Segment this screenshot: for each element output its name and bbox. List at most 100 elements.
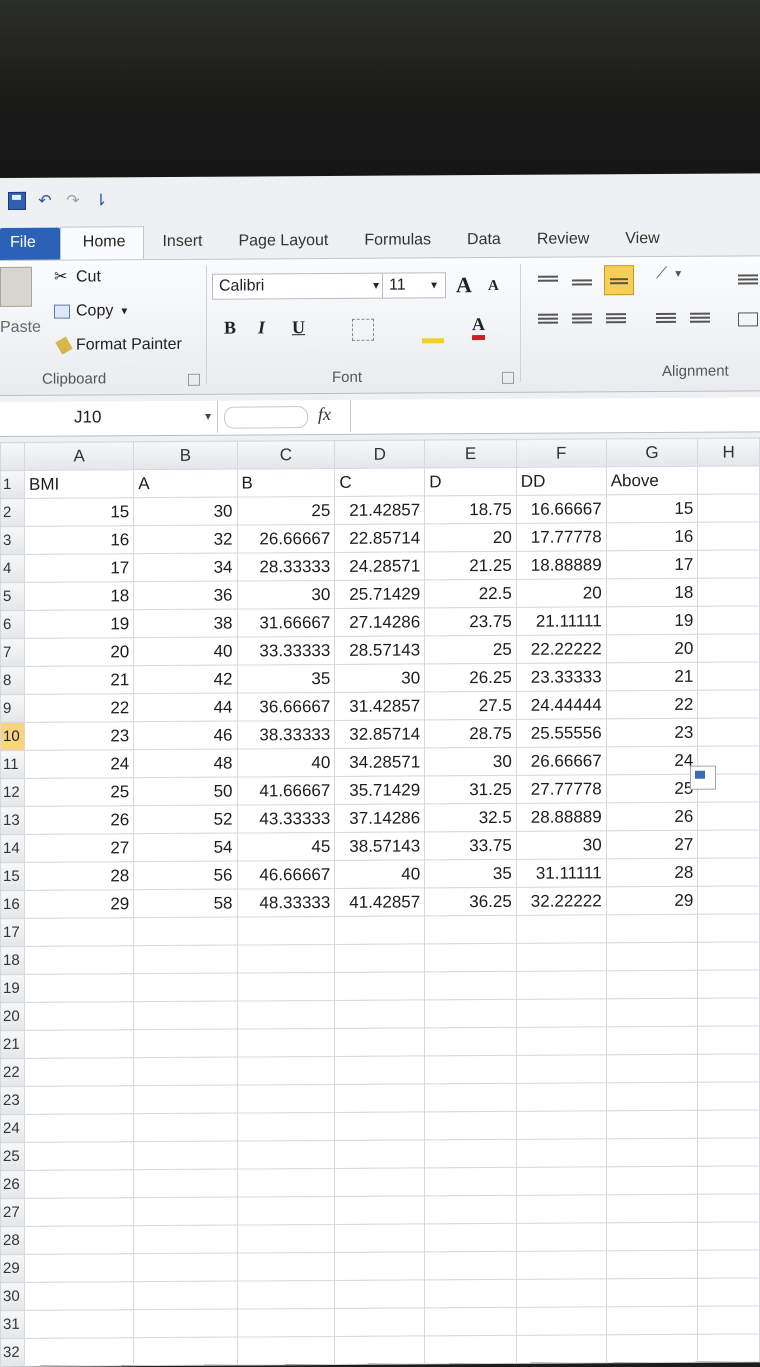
cell-h29[interactable]: [697, 1249, 760, 1279]
paste-options-icon[interactable]: [690, 765, 716, 790]
format-painter-button[interactable]: Format Painter: [55, 336, 182, 355]
cell-d17[interactable]: [334, 915, 425, 945]
tab-view[interactable]: View: [607, 230, 677, 256]
cell-g7[interactable]: 20: [606, 634, 698, 663]
cell-a25[interactable]: [24, 1141, 134, 1171]
cell-h2[interactable]: [697, 493, 760, 523]
cell-c2[interactable]: 25: [237, 496, 335, 526]
cell-f26[interactable]: [516, 1166, 607, 1196]
cell-b23[interactable]: [133, 1085, 237, 1114]
cell-e31[interactable]: [424, 1307, 517, 1336]
cell-e24[interactable]: [424, 1111, 517, 1140]
row-header[interactable]: 1: [0, 470, 25, 499]
cell-b15[interactable]: 56: [133, 861, 237, 890]
name-box[interactable]: J10 ▼: [0, 400, 218, 434]
cell-b12[interactable]: 50: [133, 777, 237, 806]
dialog-launcher-icon[interactable]: [502, 371, 514, 384]
cell-c6[interactable]: 31.66667: [237, 608, 335, 638]
cell-d28[interactable]: [334, 1223, 425, 1253]
cell-f17[interactable]: [516, 914, 607, 944]
cell-e3[interactable]: 20: [424, 523, 517, 552]
paste-icon[interactable]: [0, 266, 32, 307]
cell-a11[interactable]: 24: [24, 749, 134, 779]
merge-center-icon[interactable]: [738, 312, 758, 327]
cell-g6[interactable]: 19: [606, 606, 698, 635]
insert-function-button[interactable]: fx: [318, 404, 331, 425]
cell-g2[interactable]: 15: [606, 494, 698, 523]
cell-a16[interactable]: 29: [24, 889, 134, 919]
underline-button[interactable]: U: [292, 317, 305, 338]
shrink-font-button[interactable]: A: [488, 278, 499, 295]
cell-d30[interactable]: [334, 1279, 425, 1309]
row-header[interactable]: 16: [0, 890, 25, 919]
cell-h9[interactable]: [697, 689, 760, 719]
row-header[interactable]: 29: [0, 1254, 25, 1283]
cell-e29[interactable]: [424, 1251, 517, 1280]
cell-d5[interactable]: 25.71429: [334, 579, 425, 609]
cell-d6[interactable]: 27.14286: [334, 607, 425, 637]
tab-home[interactable]: Home: [59, 226, 145, 260]
cell-g11[interactable]: 24: [606, 746, 698, 775]
cell-d22[interactable]: [334, 1055, 425, 1085]
cell-b9[interactable]: 44: [133, 693, 237, 722]
cell-b7[interactable]: 40: [133, 637, 237, 666]
cell-c12[interactable]: 41.66667: [237, 776, 335, 806]
cell-a12[interactable]: 25: [24, 777, 134, 807]
cell-c11[interactable]: 40: [237, 748, 335, 778]
cell-c19[interactable]: [237, 972, 335, 1002]
cell-c14[interactable]: 45: [237, 832, 335, 862]
cell-h21[interactable]: [697, 1025, 760, 1055]
row-header[interactable]: 25: [0, 1142, 25, 1171]
cell-c26[interactable]: [237, 1168, 335, 1198]
cell-g22[interactable]: [606, 1054, 698, 1083]
cell-a28[interactable]: [24, 1225, 134, 1255]
row-header[interactable]: 6: [0, 610, 25, 639]
row-header[interactable]: 32: [0, 1338, 25, 1367]
cell-f14[interactable]: 30: [516, 830, 607, 860]
cell-e18[interactable]: [424, 943, 517, 972]
row-header[interactable]: 17: [0, 918, 25, 947]
cell-e10[interactable]: 28.75: [424, 719, 517, 748]
cell-e9[interactable]: 27.5: [424, 691, 517, 720]
cell-a4[interactable]: 17: [24, 553, 134, 583]
cell-a22[interactable]: [24, 1057, 134, 1087]
cell-d21[interactable]: [334, 1027, 425, 1057]
cell-f1[interactable]: DD: [516, 466, 607, 496]
cell-a7[interactable]: 20: [24, 637, 134, 667]
cell-b13[interactable]: 52: [133, 805, 237, 834]
cell-c4[interactable]: 28.33333: [237, 552, 335, 582]
save-button[interactable]: [6, 190, 28, 212]
row-header[interactable]: 8: [0, 666, 25, 695]
cell-g5[interactable]: 18: [606, 578, 698, 607]
cell-c28[interactable]: [237, 1224, 335, 1254]
cell-d1[interactable]: C: [334, 467, 425, 497]
cell-e8[interactable]: 26.25: [424, 663, 517, 692]
cell-g10[interactable]: 23: [606, 718, 698, 747]
row-header[interactable]: 11: [0, 750, 25, 779]
row-header[interactable]: 21: [0, 1030, 25, 1059]
formula-input[interactable]: [350, 397, 760, 432]
cell-d13[interactable]: 37.14286: [334, 803, 425, 833]
cell-a20[interactable]: [24, 1001, 134, 1031]
cell-b29[interactable]: [133, 1253, 237, 1282]
font-size-dropdown[interactable]: 11 ▼: [382, 272, 446, 299]
cell-b8[interactable]: 42: [133, 665, 237, 694]
cell-g32[interactable]: [606, 1334, 698, 1363]
row-header[interactable]: 27: [0, 1198, 25, 1227]
cell-a24[interactable]: [24, 1113, 134, 1143]
cell-g28[interactable]: [606, 1222, 698, 1251]
cell-e19[interactable]: [424, 971, 517, 1000]
cell-e7[interactable]: 25: [424, 635, 517, 664]
top-align-icon[interactable]: [538, 275, 558, 290]
cell-e5[interactable]: 22.5: [424, 579, 517, 608]
cell-d24[interactable]: [334, 1111, 425, 1141]
cell-e30[interactable]: [424, 1279, 517, 1308]
cell-a3[interactable]: 16: [24, 525, 134, 555]
cell-b16[interactable]: 58: [133, 889, 237, 918]
cell-b17[interactable]: [133, 917, 237, 946]
cell-g12[interactable]: 25: [606, 774, 698, 803]
cell-f5[interactable]: 20: [516, 578, 607, 608]
cell-d16[interactable]: 41.42857: [334, 887, 425, 917]
cell-f22[interactable]: [516, 1054, 607, 1084]
cell-f13[interactable]: 28.88889: [516, 802, 607, 832]
